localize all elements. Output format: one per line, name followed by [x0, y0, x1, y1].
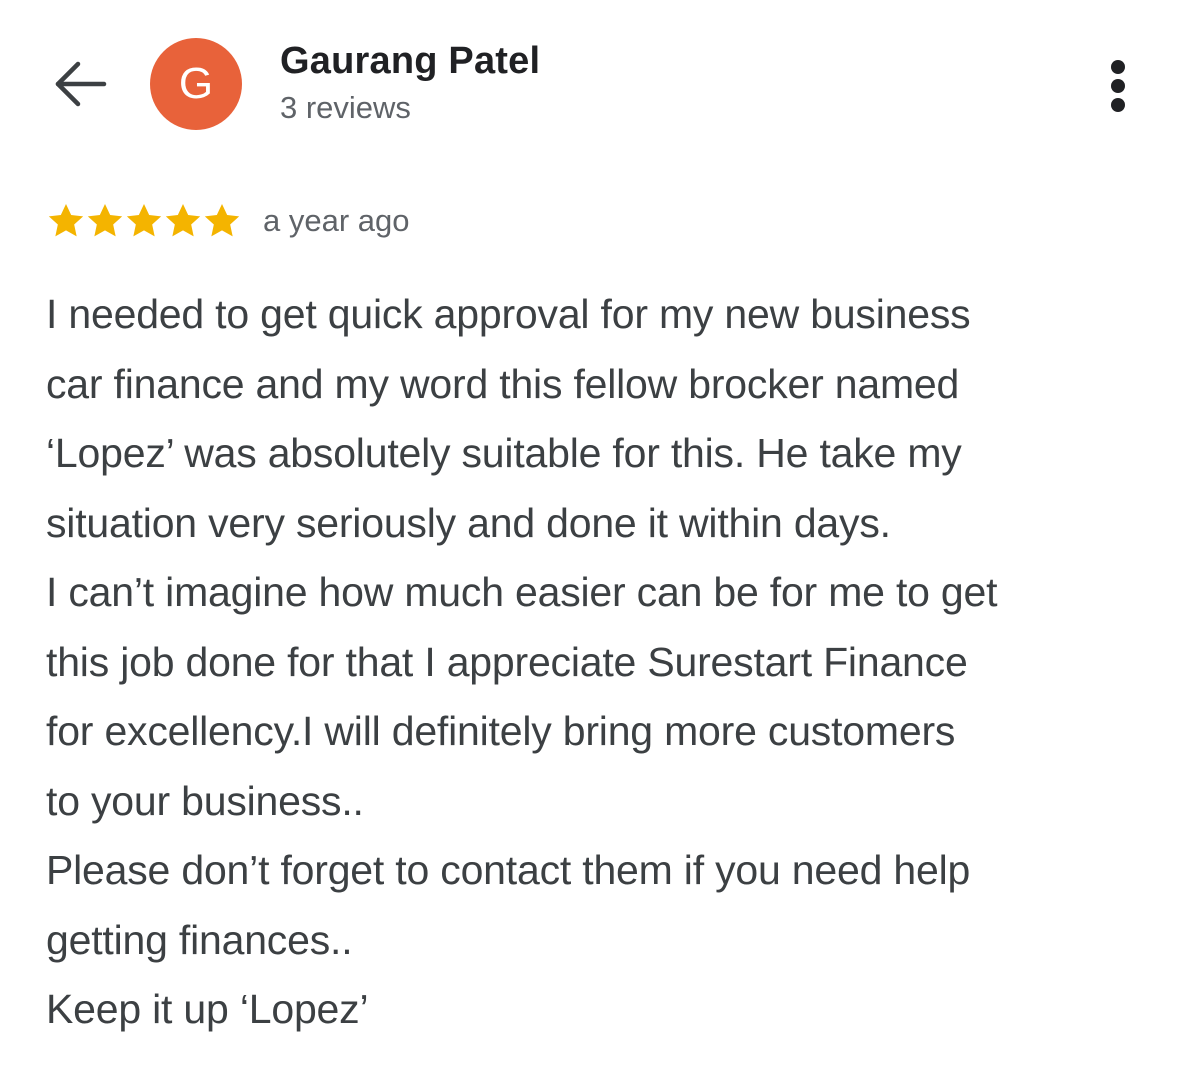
review-timestamp: a year ago — [263, 203, 410, 238]
star-icon — [48, 204, 84, 237]
star-icon — [204, 204, 240, 237]
review-text-line: ‘Lopez’ was absolutely suitable for this… — [46, 430, 962, 476]
review-text-line: for excellency.I will definitely bring m… — [46, 708, 956, 754]
avatar[interactable]: G — [150, 38, 242, 130]
star-rating — [46, 201, 241, 241]
review-text-line: getting finances.. — [46, 916, 353, 963]
review-text-line: Keep it up ‘Lopez’ — [46, 986, 369, 1032]
star-icon — [87, 204, 123, 237]
more-vertical-icon-dot — [1111, 98, 1125, 112]
arrow-left-icon — [55, 61, 107, 107]
review-text-line: I can’t imagine how much easier can be f… — [46, 569, 998, 615]
review-text-line: Please don’t forget to contact them if y… — [46, 847, 971, 893]
more-vertical-icon-dot — [1111, 60, 1125, 74]
review-text-line: this job done for that I appreciate Sure… — [46, 638, 968, 685]
review-text-line: to your business.. — [46, 777, 364, 824]
more-vertical-icon-dot — [1111, 79, 1125, 93]
reviews-count: 3 reviews — [280, 90, 411, 125]
more-options-button[interactable] — [1100, 56, 1140, 116]
review-body: I needed to get quick approval for my ne… — [46, 280, 1176, 1045]
review-text-line: I needed to get quick approval for my ne… — [46, 291, 971, 337]
review-header: G Gaurang Patel 3 reviews — [0, 0, 1200, 140]
back-button[interactable] — [50, 55, 110, 115]
review-text-line: situation very seriously and done it wit… — [46, 499, 891, 546]
rating-row: a year ago — [46, 198, 410, 244]
star-icon — [126, 204, 162, 237]
review-text-line: car finance and my word this fellow broc… — [46, 360, 960, 407]
reviewer-name[interactable]: Gaurang Patel — [280, 40, 540, 83]
star-icon — [165, 204, 201, 237]
